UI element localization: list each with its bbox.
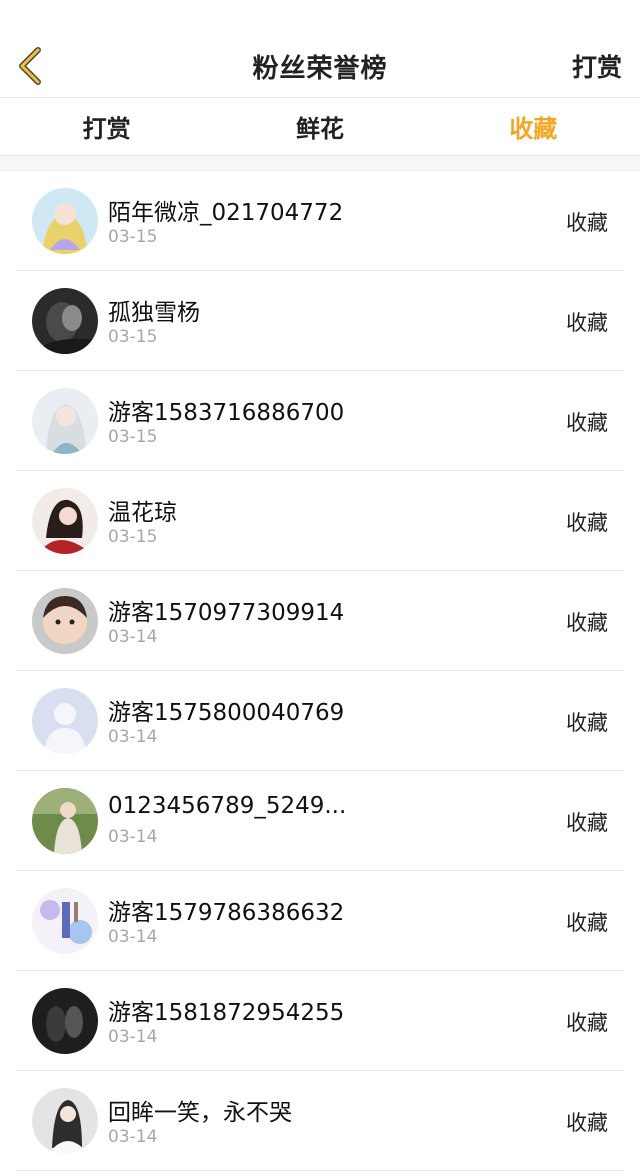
list-item[interactable]: 温花琼 03-15 收藏 [16, 471, 624, 571]
list-item[interactable]: 游客1570977309914 03-14 收藏 [16, 571, 624, 671]
avatar [32, 788, 98, 854]
user-name: 回眸一笑，永不哭 [108, 1100, 292, 1126]
user-name: 游客1583716886700 [108, 400, 345, 426]
date-label: 03-14 [108, 727, 158, 747]
action-label: 收藏 [566, 911, 608, 935]
action-label: 收藏 [566, 1111, 608, 1135]
date-label: 03-14 [108, 927, 158, 947]
avatar [32, 588, 98, 654]
list-item[interactable]: 游客1581872954255 03-14 收藏 [16, 971, 624, 1071]
avatar [32, 188, 98, 254]
date-label: 03-15 [108, 327, 158, 347]
tab-flowers[interactable]: 鲜花 [213, 109, 426, 144]
avatar [32, 488, 98, 554]
action-label: 收藏 [566, 711, 608, 735]
action-label: 收藏 [566, 1011, 608, 1035]
nav-bar: 粉丝荣誉榜 打赏 [0, 0, 640, 98]
list-item[interactable]: 陌年微凉_021704772 03-15 收藏 [16, 171, 624, 271]
user-name: 0123456789_5249... [108, 793, 347, 819]
avatar [32, 888, 98, 954]
tab-reward[interactable]: 打赏 [0, 109, 213, 144]
date-label: 03-14 [108, 827, 158, 847]
action-label: 收藏 [566, 811, 608, 835]
default-user-icon [32, 688, 98, 754]
tab-bar: 打赏 鲜花 收藏 [0, 98, 640, 156]
user-name: 陌年微凉_021704772 [108, 200, 344, 226]
action-label: 收藏 [566, 211, 608, 235]
tab-favorites[interactable]: 收藏 [427, 109, 640, 144]
date-label: 03-15 [108, 527, 158, 547]
fan-list: 陌年微凉_021704772 03-15 收藏 孤独雪杨 03-15 收藏 游客… [16, 171, 624, 1171]
list-item[interactable]: 回眸一笑，永不哭 03-14 收藏 [16, 1071, 624, 1171]
user-name: 温花琼 [108, 500, 177, 526]
date-label: 03-14 [108, 627, 158, 647]
avatar [32, 988, 98, 1054]
user-name: 孤独雪杨 [108, 300, 200, 326]
list-item[interactable]: 游客1579786386632 03-14 收藏 [16, 871, 624, 971]
page-title: 粉丝荣誉榜 [252, 54, 388, 84]
action-label: 收藏 [566, 311, 608, 335]
avatar [32, 288, 98, 354]
avatar [32, 388, 98, 454]
avatar [32, 688, 98, 754]
avatar [32, 1088, 98, 1154]
reward-button[interactable]: 打赏 [572, 48, 622, 84]
list-item[interactable]: 孤独雪杨 03-15 收藏 [16, 271, 624, 371]
action-label: 收藏 [566, 611, 608, 635]
date-label: 03-15 [108, 427, 158, 447]
list-item[interactable]: 游客1575800040769 03-14 收藏 [16, 671, 624, 771]
list-item[interactable]: 0123456789_5249... 03-14 收藏 [16, 771, 624, 871]
user-name: 游客1575800040769 [108, 700, 345, 726]
date-label: 03-14 [108, 1127, 158, 1147]
action-label: 收藏 [566, 511, 608, 535]
date-label: 03-14 [108, 1027, 158, 1047]
user-name: 游客1581872954255 [108, 1000, 345, 1026]
action-label: 收藏 [566, 411, 608, 435]
section-divider [0, 156, 640, 171]
date-label: 03-15 [108, 227, 158, 247]
user-name: 游客1570977309914 [108, 600, 345, 626]
list-item[interactable]: 游客1583716886700 03-15 收藏 [16, 371, 624, 471]
user-name: 游客1579786386632 [108, 900, 345, 926]
